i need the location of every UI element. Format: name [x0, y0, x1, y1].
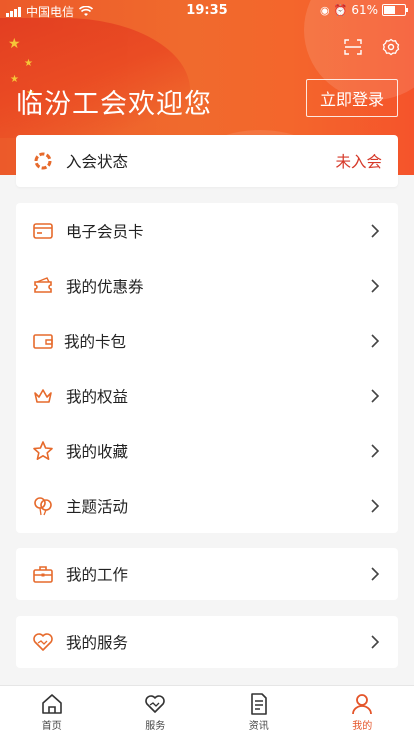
tab-label: 资讯: [248, 721, 269, 732]
balloon-icon: [34, 496, 52, 515]
scan-icon[interactable]: [344, 38, 362, 56]
chevron-right-icon: [371, 278, 380, 293]
menu-item-label: 主题活动: [66, 497, 129, 516]
membership-status-value: 未入会: [335, 153, 382, 171]
lifebuoy-icon: [34, 152, 52, 170]
status-bar: 中国电信 19:35 ◉ ⏰ 61%: [0, 0, 414, 22]
tab-label: 首页: [41, 721, 62, 732]
menu-item-label: 我的工作: [66, 566, 129, 584]
menu-item-my-service[interactable]: 我的服务: [16, 616, 398, 668]
tab-mine[interactable]: 我的: [311, 686, 414, 736]
wallet-icon: [33, 333, 53, 349]
crown-icon: [34, 388, 52, 403]
menu-item-benefits[interactable]: 我的权益: [16, 368, 398, 423]
menu-item-my-work[interactable]: 我的工作: [16, 548, 398, 600]
handshake-heart-icon: [33, 633, 53, 651]
tab-bar: 首页 服务 资讯 我的: [0, 685, 414, 736]
menu-item-card-wallet[interactable]: 我的卡包: [16, 313, 398, 368]
menu-item-label: 我的收藏: [66, 442, 129, 461]
chevron-right-icon: [371, 498, 380, 513]
home-icon: [41, 694, 62, 714]
gear-icon[interactable]: [382, 38, 400, 56]
alarm-icon: ⏰: [333, 3, 348, 17]
membership-label: 入会状态: [66, 153, 129, 171]
welcome-title: 临汾工会欢迎您: [16, 89, 212, 120]
person-icon: [352, 694, 373, 715]
coupon-icon: [34, 276, 52, 293]
menu-item-label: 我的权益: [66, 387, 129, 406]
menu-item-coupons[interactable]: 我的优惠券: [16, 258, 398, 313]
login-button[interactable]: 立即登录: [306, 79, 398, 117]
menu-item-label: 电子会员卡: [66, 222, 144, 241]
menu-item-favorites[interactable]: 我的收藏: [16, 423, 398, 478]
chevron-right-icon: [371, 443, 380, 458]
tab-label: 服务: [145, 721, 166, 732]
card-icon: [33, 222, 53, 239]
chevron-right-icon: [371, 223, 380, 238]
heart-hand-icon: [145, 695, 166, 713]
star-icon: [33, 440, 53, 460]
menu-item-label: 我的服务: [66, 634, 129, 652]
chevron-right-icon: [371, 388, 380, 403]
tab-home[interactable]: 首页: [0, 686, 104, 736]
chevron-right-icon: [371, 333, 380, 348]
menu-item-label: 我的优惠券: [66, 277, 144, 296]
battery-icon: [382, 4, 408, 16]
lock-rotation-icon: ◉: [320, 3, 330, 17]
membership-status-card[interactable]: 入会状态 未入会: [16, 135, 398, 187]
tab-service[interactable]: 服务: [104, 686, 208, 736]
tab-label: 我的: [352, 721, 373, 732]
chevron-right-icon: [371, 567, 380, 581]
document-icon: [250, 693, 267, 715]
menu-item-label: 我的卡包: [64, 332, 127, 351]
menu-list: 电子会员卡 我的优惠券 我的卡包 我的权益 我的收藏 主题活动: [16, 203, 398, 533]
menu-item-activities[interactable]: 主题活动: [16, 478, 398, 533]
tab-news[interactable]: 资讯: [207, 686, 311, 736]
menu-item-member-card[interactable]: 电子会员卡: [16, 203, 398, 258]
battery-percent: 61%: [351, 3, 378, 17]
briefcase-icon: [33, 566, 53, 583]
chevron-right-icon: [371, 635, 380, 649]
